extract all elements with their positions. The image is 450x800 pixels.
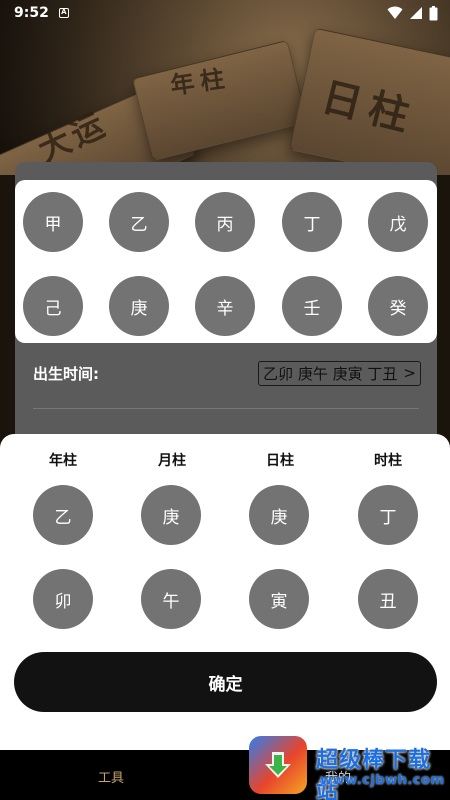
stem-option[interactable]: 乙 xyxy=(109,192,169,252)
stem-option[interactable]: 戊 xyxy=(368,192,428,252)
birth-time-label: 出生时间: xyxy=(33,364,99,383)
pillar-stem-day[interactable]: 庚 xyxy=(249,485,309,545)
stem-option[interactable]: 甲 xyxy=(23,192,83,252)
signal-icon xyxy=(410,7,422,19)
pillar-stem-hour[interactable]: 丁 xyxy=(358,485,418,545)
confirm-button[interactable]: 确定 xyxy=(14,652,437,712)
birth-time-row: 出生时间: 乙卯 庚午 庚寅 丁丑 > xyxy=(33,354,421,392)
wifi-icon xyxy=(387,6,403,19)
notification-icon: A xyxy=(58,8,69,18)
pillar-branch-hour[interactable]: 丑 xyxy=(358,569,418,629)
pillar-header-month: 月柱 xyxy=(158,453,186,469)
stem-option[interactable]: 壬 xyxy=(282,276,342,336)
watermark-logo xyxy=(249,736,307,794)
birth-time-value: 乙卯 庚午 庚寅 丁丑 xyxy=(263,364,398,383)
chevron-right-icon: > xyxy=(403,364,416,382)
status-bar: 9:52 A xyxy=(0,0,450,26)
stem-option[interactable]: 丙 xyxy=(195,192,255,252)
watermark-url: www.cjbwh.com xyxy=(320,773,445,788)
pillar-header-hour: 时柱 xyxy=(374,453,402,469)
stem-option[interactable]: 己 xyxy=(23,276,83,336)
stem-option[interactable]: 辛 xyxy=(195,276,255,336)
birth-time-selector[interactable]: 乙卯 庚午 庚寅 丁丑 > xyxy=(258,360,421,386)
pillar-stem-month[interactable]: 庚 xyxy=(141,485,201,545)
pillar-stem-year[interactable]: 乙 xyxy=(33,485,93,545)
pillar-header-day: 日柱 xyxy=(266,453,294,469)
hero-background: 大运 年柱 日柱 xyxy=(0,0,450,175)
stem-picker-panel: 甲 乙 丙 丁 戊 己 庚 辛 壬 癸 xyxy=(15,180,437,343)
stem-option[interactable]: 癸 xyxy=(368,276,428,336)
battery-icon xyxy=(429,5,438,20)
watermark-text: 超级棒下载站 xyxy=(316,748,432,800)
download-arrow-icon xyxy=(265,752,291,778)
pillar-branch-day[interactable]: 寅 xyxy=(249,569,309,629)
divider xyxy=(33,408,419,409)
nav-item-tools[interactable]: 工具 xyxy=(98,767,124,786)
pillar-branch-year[interactable]: 卯 xyxy=(33,569,93,629)
pillar-header-year: 年柱 xyxy=(49,453,77,469)
stem-option[interactable]: 庚 xyxy=(109,276,169,336)
pillar-branch-month[interactable]: 午 xyxy=(141,569,201,629)
stem-option[interactable]: 丁 xyxy=(282,192,342,252)
status-time: 9:52 xyxy=(14,5,49,21)
